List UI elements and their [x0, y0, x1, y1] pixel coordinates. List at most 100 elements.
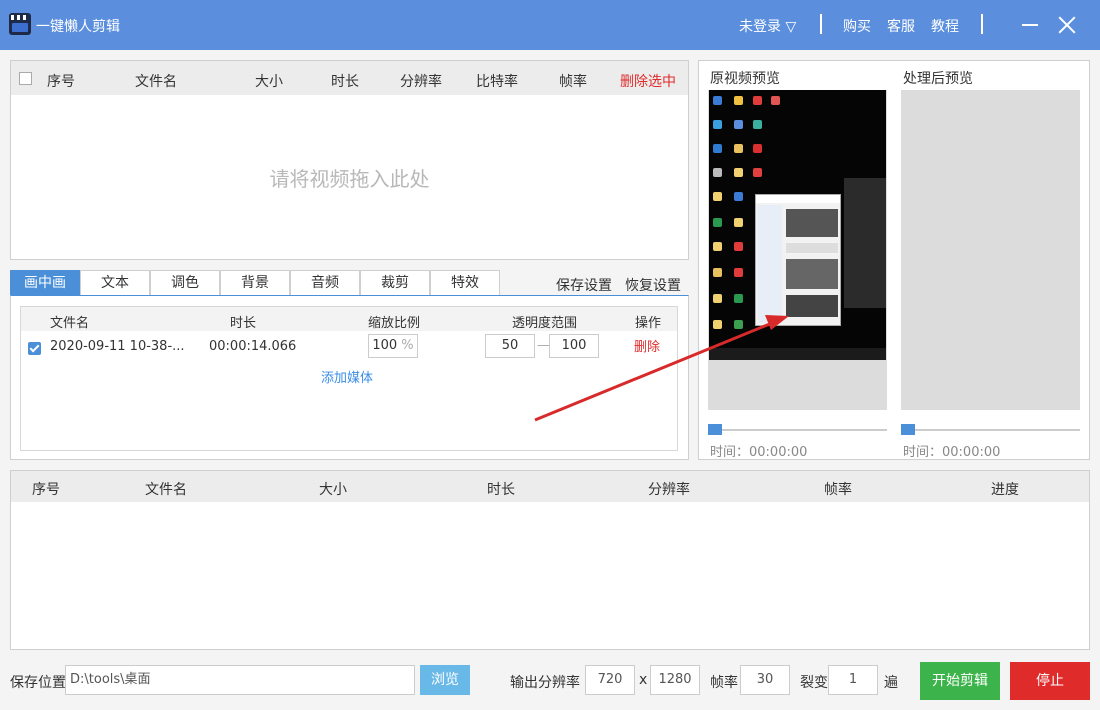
- minimize-icon[interactable]: [1022, 24, 1038, 26]
- desktop-icon: [713, 320, 722, 329]
- scale-value: 100: [372, 338, 398, 353]
- resolution-x: x: [639, 672, 648, 688]
- add-media-button[interactable]: 添加媒体: [321, 367, 373, 386]
- desktop-icon: [753, 144, 762, 153]
- restore-settings-button[interactable]: 恢复设置: [625, 275, 681, 295]
- select-all-checkbox[interactable]: [19, 72, 32, 85]
- desktop-icon: [734, 192, 743, 201]
- title-bar: 一键懒人剪辑 未登录 ▽ 购买 客服 教程: [0, 0, 1100, 50]
- split-unit: 遍: [884, 675, 898, 691]
- desktop-icon: [734, 218, 743, 227]
- pip-filename: 2020-09-11 10-38-...: [50, 339, 185, 354]
- desktop-icon: [713, 242, 722, 251]
- desktop-icon: [734, 144, 743, 153]
- desktop-icon: [713, 120, 722, 129]
- tab-crop[interactable]: 裁剪: [360, 270, 430, 296]
- title-separator: [820, 14, 822, 34]
- out-col-index: 序号: [32, 482, 60, 498]
- explorer-window: [755, 194, 841, 326]
- desktop-icon: [771, 96, 780, 105]
- scale-unit: %: [401, 338, 414, 353]
- pip-row-checkbox[interactable]: [28, 342, 41, 355]
- save-path-input[interactable]: D:\tools\桌面: [65, 665, 415, 695]
- output-table-header: 序号 文件名 大小 时长 分辨率 帧率 进度: [11, 471, 1089, 502]
- pip-col-filename: 文件名: [50, 316, 90, 331]
- processed-preview-box: [901, 90, 1080, 410]
- processed-preview-title: 处理后预览: [903, 71, 973, 87]
- original-preview-title: 原视频预览: [710, 71, 780, 87]
- pip-table-header: 文件名 时长 缩放比例 透明度范围 操作: [21, 307, 677, 331]
- desktop-icon: [713, 168, 722, 177]
- desktop-icon: [734, 168, 743, 177]
- col-bitrate: 比特率: [476, 74, 518, 90]
- tutorial-link[interactable]: 教程: [931, 16, 959, 36]
- col-framerate: 帧率: [559, 74, 587, 90]
- desktop-icon: [713, 218, 722, 227]
- tab-effects[interactable]: 特效: [430, 270, 500, 296]
- processed-timeline-track[interactable]: [901, 429, 1080, 431]
- app-logo-icon: [9, 13, 31, 35]
- desktop-icon: [713, 96, 722, 105]
- original-video-frame: [709, 90, 886, 360]
- opacity-from-input[interactable]: 50: [485, 334, 535, 358]
- tab-pip[interactable]: 画中画: [10, 270, 80, 296]
- processed-time: 时间：00:00:00: [903, 445, 1001, 460]
- out-col-resolution: 分辨率: [648, 482, 690, 498]
- desktop-icon: [713, 294, 722, 303]
- out-col-filename: 文件名: [145, 482, 187, 498]
- fps-label: 帧率: [710, 675, 738, 691]
- buy-link[interactable]: 购买: [843, 16, 871, 36]
- browse-button[interactable]: 浏览: [420, 665, 470, 695]
- save-settings-button[interactable]: 保存设置: [556, 275, 612, 295]
- desktop-icon: [734, 120, 743, 129]
- pip-col-action: 操作: [635, 316, 662, 331]
- tab-text[interactable]: 文本: [80, 270, 150, 296]
- out-col-duration: 时长: [487, 482, 515, 498]
- opacity-to-input[interactable]: 100: [549, 334, 599, 358]
- pip-duration: 00:00:14.066: [209, 339, 297, 354]
- width-input[interactable]: 720: [585, 665, 635, 695]
- scale-input[interactable]: 100 %: [368, 334, 418, 358]
- col-size: 大小: [255, 74, 283, 90]
- desktop-icon: [734, 242, 743, 251]
- desktop-icon: [713, 144, 722, 153]
- desktop-icon: [753, 168, 762, 177]
- desktop-icon: [713, 268, 722, 277]
- processed-timeline-knob[interactable]: [901, 424, 915, 435]
- stop-button[interactable]: 停止: [1010, 662, 1090, 700]
- pip-table: 文件名 时长 缩放比例 透明度范围 操作 2020-09-11 10-38-..…: [20, 306, 678, 451]
- split-input[interactable]: 1: [828, 665, 878, 695]
- fps-input[interactable]: 30: [740, 665, 790, 695]
- title-separator: [981, 14, 983, 34]
- app-title: 一键懒人剪辑: [36, 19, 120, 35]
- pip-col-scale: 缩放比例: [368, 316, 421, 331]
- original-timeline-knob[interactable]: [708, 424, 722, 435]
- split-label: 裂变: [800, 675, 828, 691]
- close-icon[interactable]: [1058, 14, 1076, 34]
- login-dropdown[interactable]: 未登录 ▽: [739, 16, 796, 36]
- start-edit-button[interactable]: 开始剪辑: [920, 662, 1000, 700]
- col-filename: 文件名: [135, 74, 177, 90]
- tab-audio[interactable]: 音频: [290, 270, 360, 296]
- pip-col-opacity: 透明度范围: [512, 316, 578, 331]
- pip-delete-button[interactable]: 删除: [634, 336, 660, 355]
- out-col-size: 大小: [319, 482, 347, 498]
- out-col-framerate: 帧率: [824, 482, 852, 498]
- col-resolution: 分辨率: [400, 74, 442, 90]
- output-resolution-label: 输出分辨率: [510, 675, 580, 691]
- delete-selected-button[interactable]: 删除选中: [620, 71, 676, 91]
- service-link[interactable]: 客服: [887, 16, 915, 36]
- height-input[interactable]: 1280: [650, 665, 700, 695]
- original-time: 时间：00:00:00: [710, 445, 808, 460]
- original-timeline-track[interactable]: [708, 429, 887, 431]
- tab-background[interactable]: 背景: [220, 270, 290, 296]
- tab-color[interactable]: 调色: [150, 270, 220, 296]
- desktop-icon: [753, 120, 762, 129]
- desktop-icon: [713, 192, 722, 201]
- desktop-icon: [734, 320, 743, 329]
- desktop-icon: [734, 96, 743, 105]
- save-location-label: 保存位置: [10, 675, 66, 691]
- input-video-panel[interactable]: 序号 文件名 大小 时长 分辨率 比特率 帧率 删除选中 请将视频拖入此处: [10, 60, 689, 260]
- col-duration: 时长: [331, 74, 359, 90]
- desktop-icon: [734, 268, 743, 277]
